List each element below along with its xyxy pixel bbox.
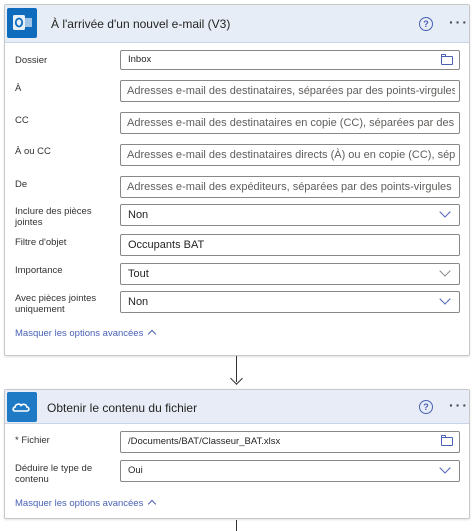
from-field[interactable]: Adresses e-mail des expéditeurs, séparée… (120, 176, 460, 198)
action-card: Obtenir le contenu du fichier ? ··· * Fi… (4, 389, 470, 519)
include-attachments-value: Non (128, 209, 149, 221)
importance-label: Importance (15, 265, 63, 276)
to-or-cc-placeholder: Adresses e-mail des destinataires direct… (127, 149, 455, 161)
to-or-cc-label: À ou CC (15, 146, 51, 157)
onedrive-icon (7, 392, 37, 422)
trigger-card-header[interactable]: À l'arrivée d'un nouvel e-mail (V3) ? ··… (5, 5, 469, 43)
action-card-header[interactable]: Obtenir le contenu du fichier ? ··· (5, 390, 469, 424)
importance-value: Tout (128, 268, 149, 280)
infer-content-type-label: Déduire le type de contenu (15, 463, 93, 485)
importance-dropdown[interactable]: Tout (120, 263, 460, 285)
hide-advanced-options-text: Masquer les options avancées (15, 328, 144, 339)
file-label: * Fichier (15, 435, 50, 446)
more-options-icon[interactable]: ··· (449, 15, 469, 29)
more-options-icon[interactable]: ··· (449, 398, 469, 412)
folder-label: Dossier (15, 55, 48, 66)
hide-advanced-options-link[interactable]: Masquer les options avancées (15, 498, 157, 509)
subject-filter-field[interactable]: Occupants BAT (120, 234, 460, 256)
to-label: À (15, 83, 22, 94)
flow-connector (236, 520, 237, 531)
chevron-down-icon (439, 206, 451, 218)
only-with-attachments-value: Non (128, 296, 149, 308)
folder-icon[interactable] (440, 54, 453, 65)
include-attachments-label: Inclure des pièces jointes (15, 206, 92, 228)
trigger-title: À l'arrivée d'un nouvel e-mail (V3) (51, 17, 231, 31)
cc-placeholder: Adresses e-mail des destinataires en cop… (127, 117, 455, 129)
only-with-attachments-label: Avec pièces jointes uniquement (15, 293, 97, 315)
file-field[interactable]: /Documents/BAT/Classeur_BAT.xlsx (120, 431, 460, 453)
help-icon[interactable]: ? (419, 400, 433, 414)
to-or-cc-field[interactable]: Adresses e-mail des destinataires direct… (120, 144, 460, 166)
arrow-down-icon (230, 372, 243, 385)
chevron-down-icon (439, 265, 451, 277)
action-title: Obtenir le contenu du fichier (47, 401, 198, 415)
to-placeholder: Adresses e-mail des destinataires, sépar… (127, 85, 455, 97)
hide-advanced-options-link[interactable]: Masquer les options avancées (15, 328, 157, 339)
infer-content-type-dropdown[interactable]: Oui (120, 460, 460, 482)
from-label: De (15, 179, 28, 190)
from-placeholder: Adresses e-mail des expéditeurs, séparée… (127, 181, 455, 193)
folder-field[interactable]: Inbox (120, 50, 460, 70)
outlook-icon (7, 8, 37, 38)
folder-value: Inbox (128, 54, 152, 65)
include-attachments-dropdown[interactable]: Non (120, 204, 460, 226)
only-with-attachments-dropdown[interactable]: Non (120, 291, 460, 313)
infer-content-type-value: Oui (128, 465, 143, 476)
help-icon[interactable]: ? (419, 17, 433, 31)
chevron-down-icon (439, 293, 451, 305)
cc-field[interactable]: Adresses e-mail des destinataires en cop… (120, 112, 460, 134)
file-value: /Documents/BAT/Classeur_BAT.xlsx (128, 436, 281, 447)
cc-label: CC (15, 115, 29, 126)
folder-icon[interactable] (440, 435, 453, 446)
to-field[interactable]: Adresses e-mail des destinataires, sépar… (120, 80, 460, 102)
trigger-card: À l'arrivée d'un nouvel e-mail (V3) ? ··… (4, 4, 470, 356)
chevron-up-icon (148, 329, 157, 339)
hide-advanced-options-text: Masquer les options avancées (15, 498, 144, 509)
subject-filter-value: Occupants BAT (128, 239, 205, 251)
subject-filter-label: Filtre d'objet (15, 237, 67, 248)
chevron-up-icon (148, 499, 157, 509)
chevron-down-icon (439, 462, 451, 474)
